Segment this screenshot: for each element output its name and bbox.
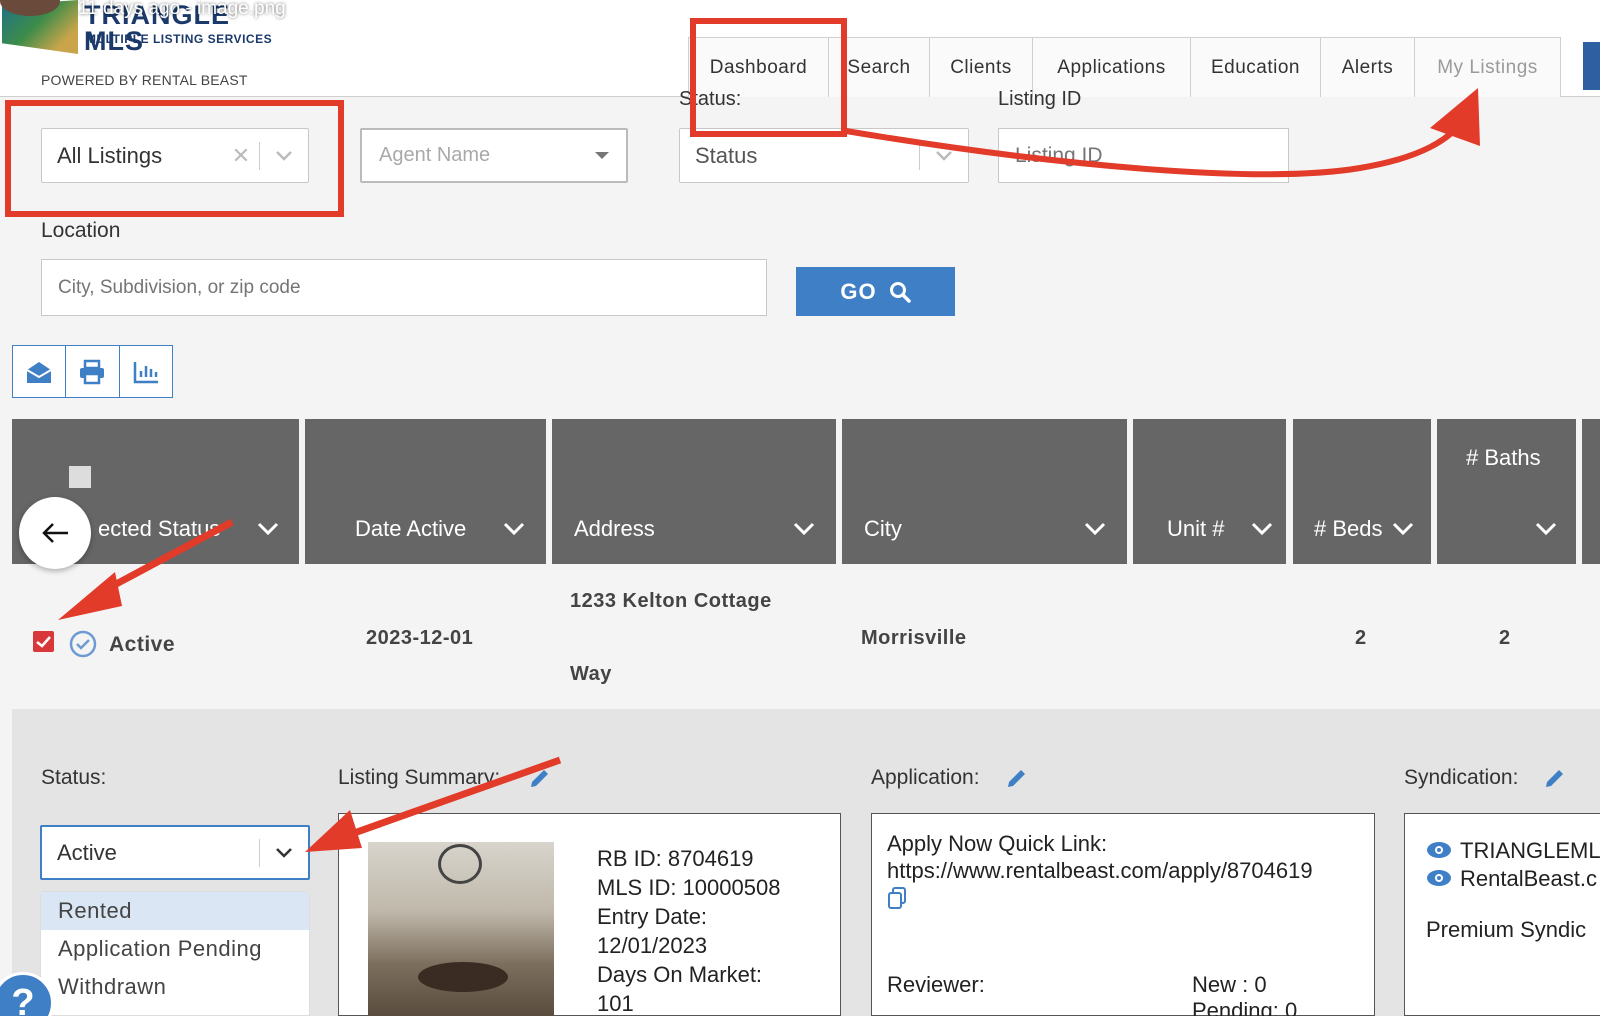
- listing-id-label: Listing ID: [998, 88, 1082, 110]
- location-label: Location: [41, 219, 121, 242]
- arrow-left-icon: [42, 523, 68, 543]
- nav-overflow-edge: [1583, 42, 1600, 90]
- new-count: New : 0: [1192, 972, 1267, 997]
- syndication-item: TRIANGLEML: [1460, 838, 1600, 863]
- edit-pencil-icon[interactable]: [1005, 766, 1029, 790]
- chart-button[interactable]: [120, 346, 172, 397]
- print-button[interactable]: [66, 346, 120, 397]
- application-label: Application:: [871, 766, 980, 789]
- column-unit[interactable]: Unit #: [1133, 419, 1286, 564]
- status-option-rented[interactable]: Rented: [41, 892, 309, 930]
- listing-photo[interactable]: [368, 842, 554, 1016]
- row-checkbox[interactable]: [33, 631, 54, 652]
- annotation-box-dashboard: [690, 18, 847, 137]
- row-date-active: 2023-12-01: [366, 627, 474, 649]
- tab-alerts[interactable]: Alerts: [1320, 37, 1415, 97]
- status-option-application-pending[interactable]: Application Pending: [41, 930, 309, 968]
- chevron-down-icon[interactable]: [920, 150, 968, 162]
- tab-my-listings[interactable]: My Listings: [1414, 37, 1561, 97]
- chevron-down-icon[interactable]: [1251, 522, 1273, 536]
- days-on-market: 101: [597, 991, 634, 1016]
- check-circle-icon: [69, 630, 97, 658]
- search-icon: [889, 281, 911, 303]
- pending-count: Pending: 0: [1192, 998, 1298, 1016]
- reviewer-label: Reviewer:: [887, 972, 985, 997]
- chevron-down-icon[interactable]: [1535, 522, 1557, 536]
- annotation-box-listing-scope: [5, 100, 344, 217]
- column-label: Unit #: [1167, 516, 1225, 541]
- row-address-line2: Way: [570, 663, 612, 685]
- apply-link-url[interactable]: https://www.rentalbeast.com/apply/870461…: [887, 858, 1313, 884]
- agent-name-placeholder: Agent Name: [379, 144, 491, 166]
- column-label: City: [864, 516, 902, 541]
- powered-by: POWERED BY RENTAL BEAST: [41, 72, 248, 88]
- detail-status-label: Status:: [41, 766, 107, 789]
- eye-icon[interactable]: [1426, 869, 1452, 887]
- agent-name-select[interactable]: Agent Name: [360, 128, 628, 183]
- status-dropdown-menu: Rented Application Pending Withdrawn: [40, 891, 310, 1016]
- listing-summary-label: Listing Summary:: [338, 766, 501, 789]
- email-icon: [26, 361, 52, 383]
- column-label: Address: [574, 516, 655, 541]
- go-label: GO: [840, 278, 877, 304]
- premium-syndication: Premium Syndic: [1426, 917, 1587, 942]
- overlay-caption: 11 days ago - image.png: [78, 0, 286, 19]
- logo-subtitle: MULTIPLE LISTING SERVICES: [86, 32, 273, 46]
- days-on-market-label: Days On Market:: [597, 962, 763, 987]
- caret-down-icon[interactable]: [578, 152, 626, 159]
- column-baths[interactable]: # Baths: [1437, 419, 1576, 564]
- syndication-label: Syndication:: [1404, 766, 1519, 789]
- status-filter-value: Status: [695, 142, 758, 168]
- select-all-checkbox[interactable]: [69, 466, 91, 488]
- chevron-down-icon[interactable]: [1392, 522, 1414, 536]
- edit-pencil-icon[interactable]: [1543, 766, 1567, 790]
- chevron-down-icon[interactable]: [793, 522, 815, 536]
- mls-id: MLS ID: 10000508: [597, 875, 781, 900]
- apply-link-label: Apply Now Quick Link:: [887, 831, 1108, 856]
- chart-icon: [133, 361, 158, 383]
- copy-icon[interactable]: [887, 887, 907, 909]
- rb-id: RB ID: 8704619: [597, 846, 754, 871]
- row-beds: 2: [1355, 627, 1367, 649]
- listing-toolbar: [12, 345, 173, 398]
- detail-status-select[interactable]: Active: [40, 825, 310, 880]
- column-label: Date Active: [355, 516, 467, 541]
- edit-pencil-icon[interactable]: [528, 766, 552, 790]
- listing-id-input[interactable]: [998, 128, 1289, 183]
- row-status: Active: [109, 633, 176, 656]
- email-button[interactable]: [13, 346, 67, 397]
- column-city[interactable]: City: [842, 419, 1127, 564]
- column-beds[interactable]: # Beds: [1293, 419, 1431, 564]
- back-button[interactable]: [19, 497, 91, 569]
- eye-icon[interactable]: [1426, 841, 1452, 859]
- column-label: # Beds: [1314, 516, 1383, 541]
- go-button[interactable]: GO: [796, 267, 955, 316]
- column-label-selected-status: ected Status: [98, 516, 221, 541]
- column-label: # Baths: [1466, 445, 1541, 470]
- chevron-down-icon[interactable]: [503, 522, 525, 536]
- column-date-active[interactable]: Date Active: [305, 419, 546, 564]
- chevron-down-icon[interactable]: [257, 522, 279, 536]
- entry-date: 12/01/2023: [597, 933, 708, 958]
- detail-status-value: Active: [57, 839, 117, 865]
- row-city: Morrisville: [861, 627, 967, 649]
- column-address[interactable]: Address: [552, 419, 836, 564]
- chevron-down-icon[interactable]: [1084, 522, 1106, 536]
- chevron-down-icon[interactable]: [260, 847, 308, 859]
- tab-education[interactable]: Education: [1190, 37, 1321, 97]
- entry-date-label: Entry Date:: [597, 904, 708, 929]
- location-input[interactable]: [41, 259, 767, 316]
- syndication-item: RentalBeast.c: [1460, 866, 1597, 891]
- row-baths: 2: [1499, 627, 1511, 649]
- column-overflow: [1582, 419, 1600, 564]
- print-icon: [80, 359, 105, 384]
- status-option-withdrawn[interactable]: Withdrawn: [41, 968, 309, 1006]
- help-icon: ?: [11, 981, 35, 1016]
- row-address-line1: 1233 Kelton Cottage: [570, 590, 772, 612]
